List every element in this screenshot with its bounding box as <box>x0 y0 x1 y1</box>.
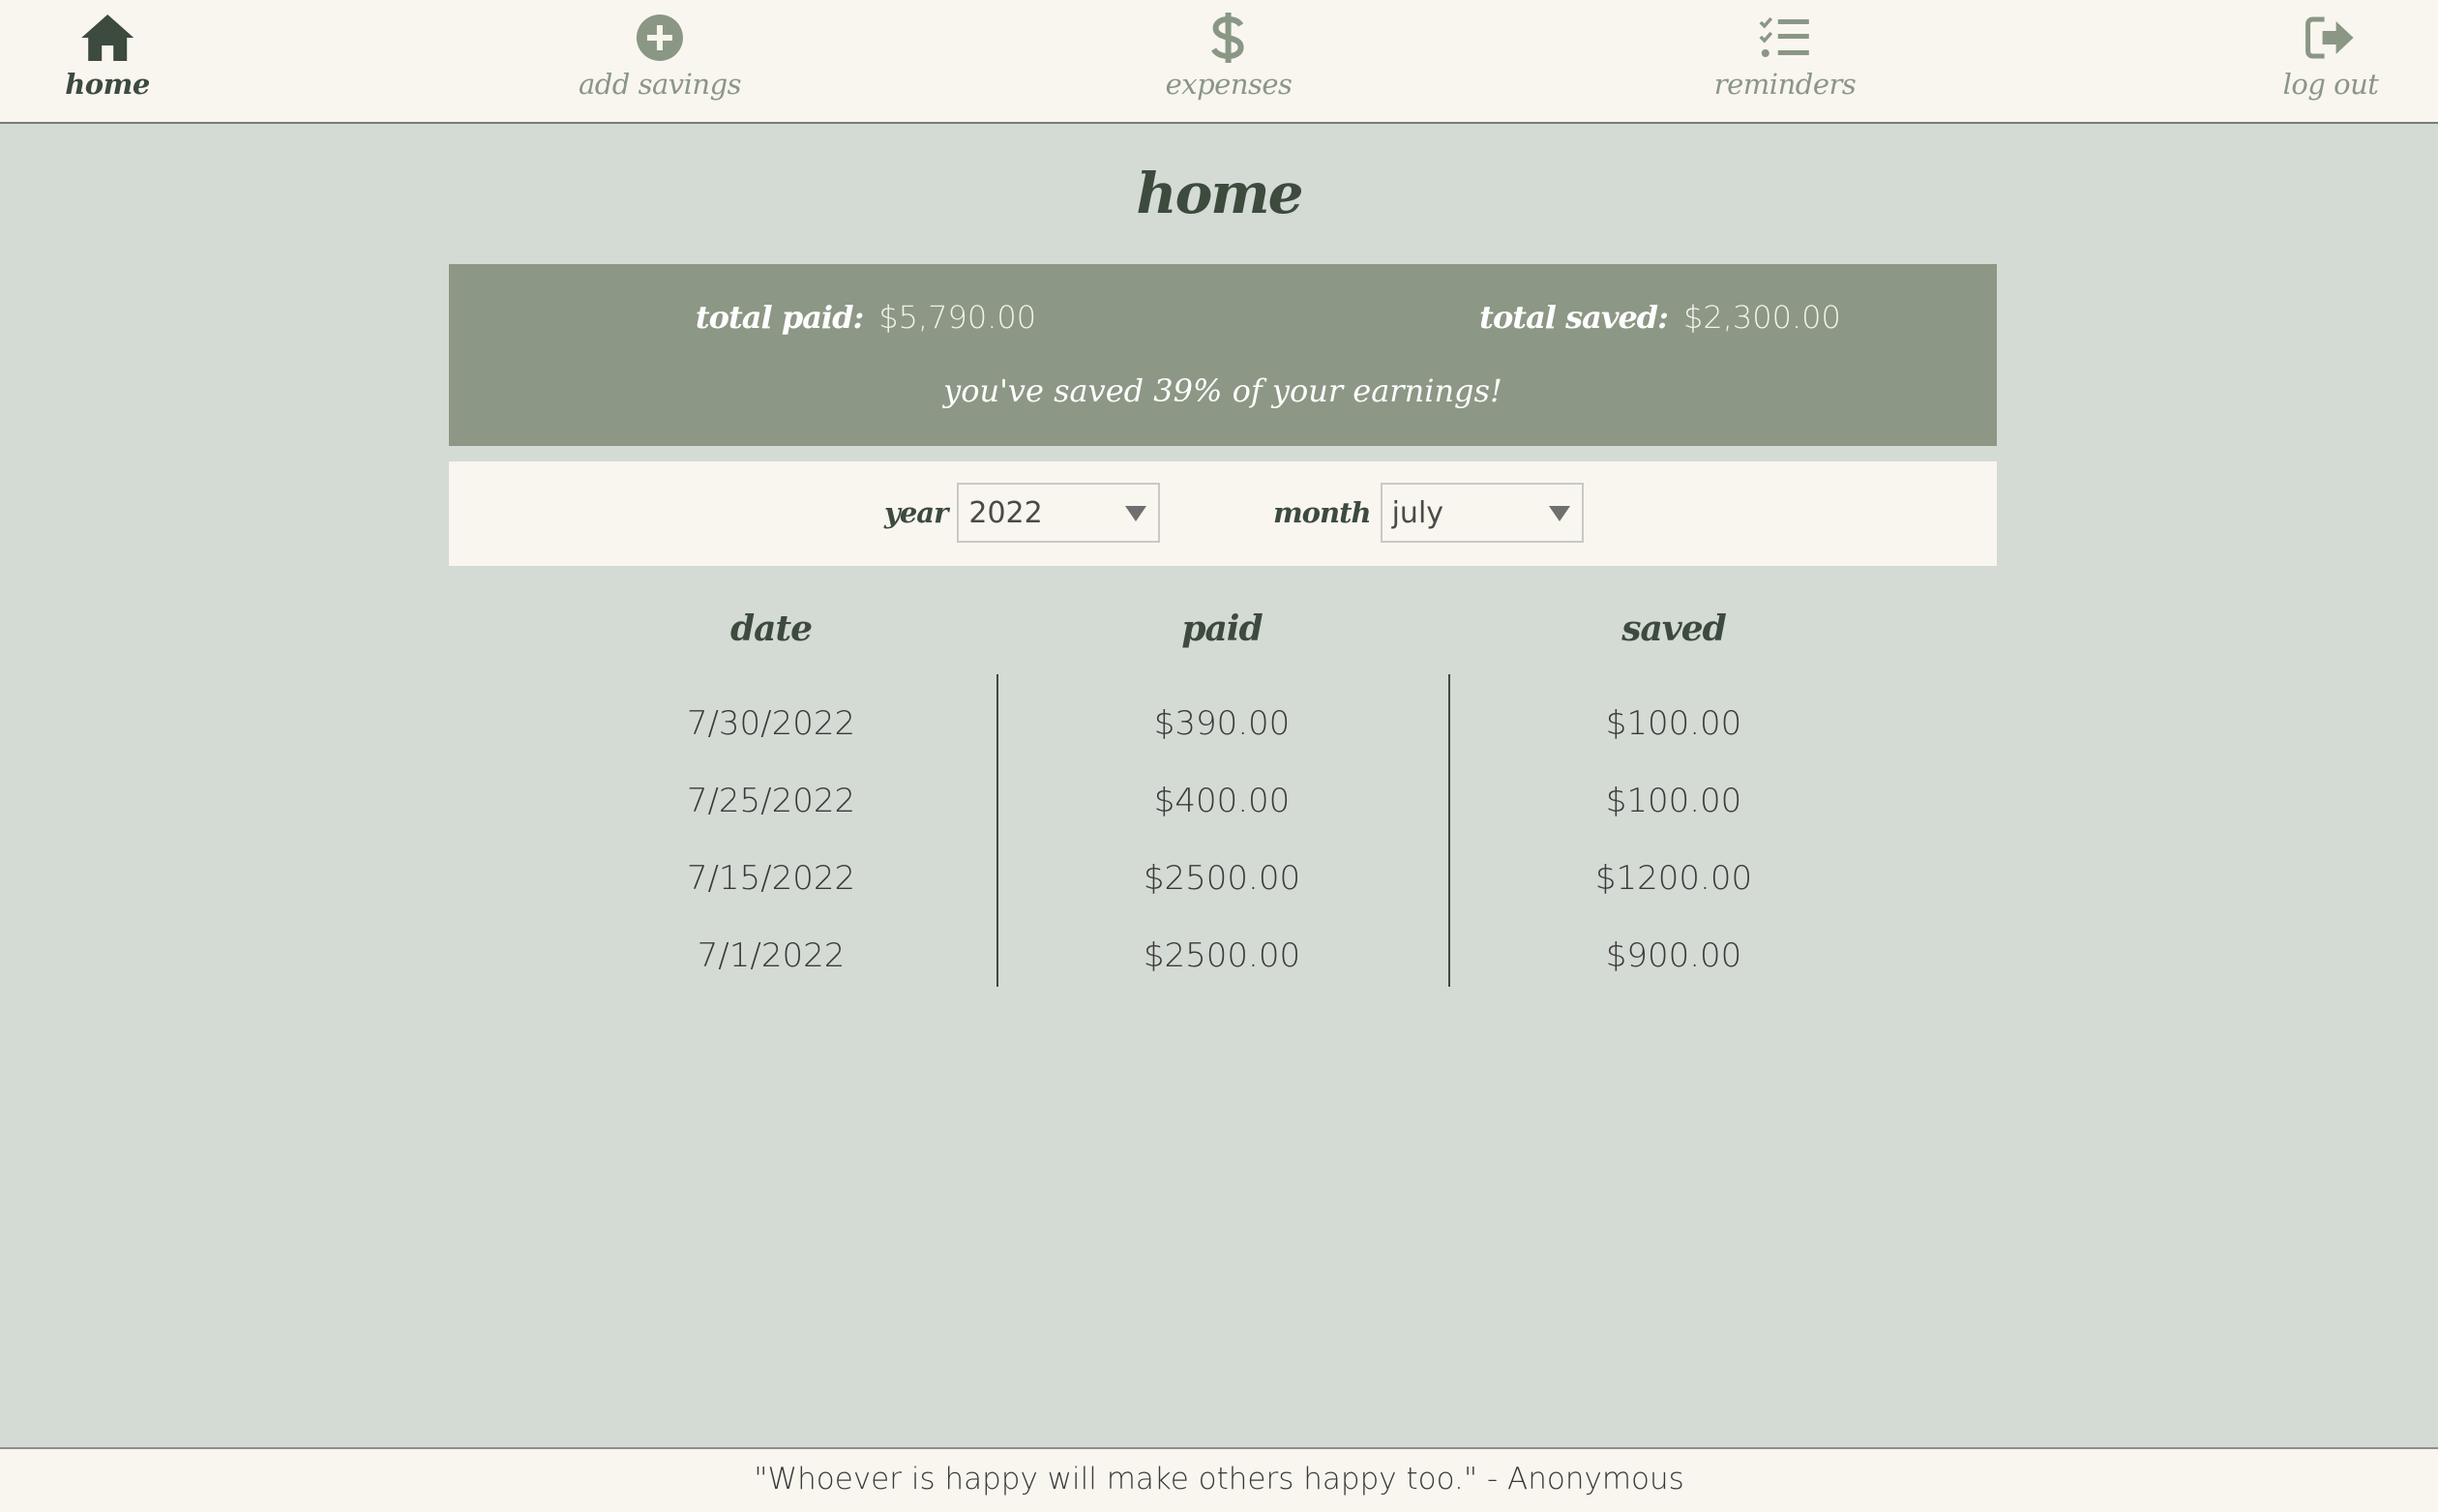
table-cell-date: 7/30/2022 <box>686 704 856 743</box>
table-cell-saved: $100.00 <box>1605 704 1742 743</box>
table-cell-date: 7/1/2022 <box>697 936 846 975</box>
total-paid-stat: total paid: $5,790.00 <box>696 299 1036 336</box>
month-select-value: july <box>1391 495 1444 530</box>
date-column: date 7/30/2022 7/25/2022 7/15/2022 7/1/2… <box>546 602 996 989</box>
total-saved-stat: total saved: $2,300.00 <box>1479 299 1841 336</box>
nav-label-reminders: reminders <box>1713 68 1857 101</box>
sign-out-icon <box>2302 12 2360 64</box>
year-filter: year 2022 <box>884 483 1161 543</box>
dollar-icon <box>1200 12 1258 64</box>
table-cell-paid: $400.00 <box>1153 782 1291 820</box>
caret-down-icon <box>1125 506 1147 521</box>
table-cell-paid: $2500.00 <box>1143 859 1301 898</box>
year-label: year <box>884 496 948 529</box>
month-filter: month july <box>1273 483 1584 543</box>
total-paid-label: total paid: <box>695 299 864 336</box>
nav-item-reminders[interactable]: reminders <box>1713 12 1857 101</box>
table-cell-date: 7/15/2022 <box>686 859 856 898</box>
nav-label-home: home <box>65 68 150 101</box>
total-paid-value: $5,790.00 <box>878 299 1037 336</box>
total-saved-value: $2,300.00 <box>1682 299 1841 336</box>
date-filter-bar: year 2022 month july <box>449 461 1997 566</box>
column-header-date: date <box>729 608 813 649</box>
nav-item-home[interactable]: home <box>65 12 150 101</box>
saved-column: saved $100.00 $100.00 $1200.00 $900.00 <box>1448 602 1899 989</box>
nav-label-log-out: log out <box>2282 68 2379 101</box>
nav-label-add-savings: add savings <box>578 68 742 101</box>
table-cell-date: 7/25/2022 <box>686 782 856 820</box>
savings-percentage-message: you've saved 39% of your earnings! <box>943 372 1502 409</box>
top-navigation: home add savings expenses reminders log … <box>0 0 2438 124</box>
paid-column: paid $390.00 $400.00 $2500.00 $2500.00 <box>996 602 1447 989</box>
footer-quote: "Whoever is happy will make others happy… <box>0 1447 2438 1512</box>
month-select[interactable]: july <box>1380 483 1584 543</box>
month-label: month <box>1273 496 1372 529</box>
house-icon <box>78 12 136 64</box>
year-select-value: 2022 <box>968 495 1043 530</box>
table-cell-saved: $900.00 <box>1605 936 1742 975</box>
table-cell-saved: $100.00 <box>1605 782 1742 820</box>
nav-item-log-out[interactable]: log out <box>2283 12 2379 101</box>
year-select[interactable]: 2022 <box>957 483 1161 543</box>
column-header-saved: saved <box>1621 608 1727 649</box>
column-divider <box>1448 674 1450 987</box>
plus-circle-icon <box>631 12 689 64</box>
page-title: home <box>1136 161 1303 226</box>
column-divider <box>996 674 998 987</box>
total-saved-label: total saved: <box>1479 299 1669 336</box>
nav-item-expenses[interactable]: expenses <box>1166 12 1293 101</box>
nav-label-expenses: expenses <box>1165 68 1293 101</box>
table-cell-paid: $2500.00 <box>1143 936 1301 975</box>
savings-summary-panel: total paid: $5,790.00 total saved: $2,30… <box>449 264 1997 446</box>
nav-item-add-savings[interactable]: add savings <box>578 12 742 101</box>
table-cell-paid: $390.00 <box>1153 704 1291 743</box>
checklist-icon <box>1756 12 1814 64</box>
caret-down-icon <box>1548 506 1570 521</box>
table-cell-saved: $1200.00 <box>1594 859 1753 898</box>
column-header-paid: paid <box>1181 608 1263 649</box>
